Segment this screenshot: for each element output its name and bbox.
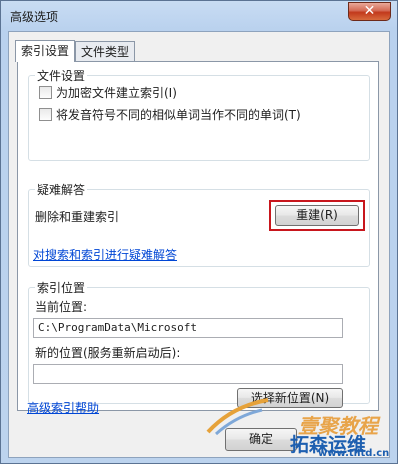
watermark-swoosh-icon [206, 398, 269, 436]
tab-panel: 文件设置 为加密文件建立索引(I) 将发音符号不同的相似单词当作不同的单词(T)… [17, 61, 379, 411]
rebuild-button[interactable]: 重建(R) [275, 205, 359, 226]
tab-file-types[interactable]: 文件类型 [75, 41, 136, 61]
window-title: 高级选项 [10, 10, 59, 24]
option-label: 为加密文件建立索引(I) [56, 86, 177, 100]
new-location-label: 新的位置(服务重新启动后): [35, 346, 181, 360]
close-icon: ✕ [363, 3, 376, 19]
title-bar[interactable]: 高级选项 ✕ [1, 1, 397, 31]
option-index-encrypted[interactable]: 为加密文件建立索引(I) [39, 85, 177, 101]
group-index-location: 索引位置 当前位置: C:\ProgramData\Microsoft 新的位置… [28, 279, 370, 408]
close-button[interactable]: ✕ [348, 2, 391, 21]
group-title-troubleshooting: 疑难解答 [35, 181, 88, 198]
dialog-client-area: 索引设置 文件类型 文件设置 为加密文件建立索引(I) 将发音符号不同的相似单词… [8, 31, 390, 458]
group-file-settings: 文件设置 为加密文件建立索引(I) 将发音符号不同的相似单词当作不同的单词(T) [28, 67, 370, 161]
current-location-field[interactable]: C:\ProgramData\Microsoft [33, 318, 343, 338]
group-title-file-settings: 文件设置 [35, 67, 88, 84]
checkbox-diacritics[interactable] [39, 108, 52, 121]
group-troubleshooting: 疑难解答 删除和重建索引 重建(R) 对搜索和索引进行疑难解答 [28, 181, 370, 267]
new-location-field[interactable] [33, 364, 343, 384]
group-title-index-location: 索引位置 [35, 279, 88, 296]
option-label: 将发音符号不同的相似单词当作不同的单词(T) [56, 108, 301, 122]
troubleshoot-link[interactable]: 对搜索和索引进行疑难解答 [33, 246, 177, 263]
dialog-window: 高级选项 ✕ 索引设置 文件类型 文件设置 为加密文件建立索引(I) 将发音符号… [0, 0, 398, 464]
rebuild-description: 删除和重建索引 [35, 210, 120, 224]
advanced-index-help-link[interactable]: 高级索引帮助 [27, 399, 99, 416]
tab-index-settings[interactable]: 索引设置 [15, 40, 76, 62]
checkbox-index-encrypted[interactable] [39, 86, 52, 99]
option-diacritics[interactable]: 将发音符号不同的相似单词当作不同的单词(T) [39, 107, 301, 123]
current-location-label: 当前位置: [35, 300, 88, 314]
